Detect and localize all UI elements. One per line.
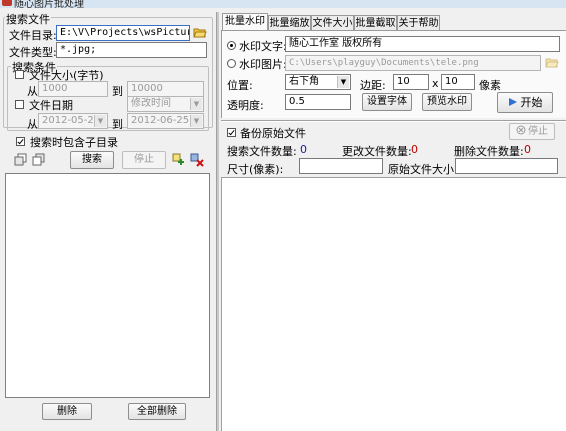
backup-label: 备份原始文件 [240,127,306,140]
date-field-select[interactable]: 修改时间 ▼ [127,96,204,112]
folder-open-icon [193,28,207,38]
delete-all-button[interactable]: 全部删除 [128,403,186,420]
watermark-image-input[interactable]: C:\Users\playguy\Documents\tele.png [285,55,541,71]
type-input[interactable]: *.jpg; [56,42,207,58]
original-size-field [455,158,558,174]
remove-files-button[interactable] [190,153,204,170]
start-label: 开始 [520,96,543,109]
copy-pages-icon [32,153,45,166]
dir-input[interactable]: E:\V\Projects\wsPicture [56,25,190,41]
dir-label: 文件目录: [9,29,57,42]
start-button[interactable]: 开始 [497,92,553,113]
date-from-picker[interactable]: 2012-05-25 ▼ [38,113,108,129]
deleted-count-label: 删除文件数量: [454,145,524,158]
opacity-label: 透明度: [227,99,264,112]
margin-y-input[interactable]: 10 [441,74,475,90]
date-field-value: 修改时间 [131,98,171,109]
size-checkbox[interactable] [15,70,24,79]
title-bar: 随心图片批处理 [0,0,566,8]
uncheck-all-button[interactable] [32,153,45,169]
size-to-input[interactable]: 10000 [127,81,204,97]
opacity-input[interactable]: 0.5 [285,94,351,110]
tab-batch-resize[interactable]: 批量缩放 [268,15,311,31]
tab-batch-watermark[interactable]: 批量水印 [222,13,268,31]
changed-count-label: 更改文件数量: [342,145,412,158]
changed-count-value: 0 [411,143,418,156]
image-size-label: 尺寸(像素): [227,163,284,176]
image-watermark-label: 水印图片: [239,58,287,71]
remove-x-icon [190,153,204,167]
window-title: 随心图片批处理 [14,0,84,8]
size-to-label: 到 [112,85,123,98]
deleted-count-value: 0 [524,143,531,156]
watermark-text-input[interactable]: 随心工作室 版权所有 [285,36,560,52]
search-files-group-label: 搜索文件 [5,11,51,27]
margin-x-input[interactable]: 10 [393,74,429,90]
add-plus-icon [172,153,184,165]
stop-search-button[interactable]: 停止 [122,151,166,169]
date-from-value: 2012-05-25 [42,115,101,126]
image-watermark-radio[interactable] [227,59,236,68]
date-to-label: 到 [112,118,123,131]
size-from-input[interactable]: 1000 [38,81,108,97]
stop-button[interactable]: 停止 [509,123,555,140]
tab-batch-crop[interactable]: 批量截取 [354,15,397,31]
delete-button[interactable]: 删除 [42,403,92,420]
chevron-down-icon: ▼ [94,115,106,127]
margin-label: 边距: [360,79,386,92]
app-icon [2,0,12,6]
position-select[interactable]: 右下角 ▼ [285,74,351,90]
date-from-label: 从 [27,118,38,131]
search-count-value: 0 [300,143,307,156]
search-count-label: 搜索文件数量: [227,145,297,158]
browse-image-button[interactable] [545,56,559,72]
position-label: 位置: [227,79,253,92]
folder-open-icon [545,58,559,68]
stop-label: 停止 [528,126,548,137]
stop-icon [516,125,526,135]
date-to-picker[interactable]: 2012-06-25 ▼ [127,113,204,129]
include-subdirs-checkbox[interactable] [16,137,25,146]
splitter[interactable] [216,12,219,431]
original-size-label: 原始文件大小: [388,163,458,176]
search-button[interactable]: 搜索 [70,151,114,169]
text-watermark-label: 水印文字: [239,40,287,53]
tab-about-help[interactable]: 关于帮助 [397,15,440,31]
type-label: 文件类型: [9,46,57,59]
margin-sep: x [432,77,439,90]
date-checkbox[interactable] [15,100,24,109]
preview-watermark-button[interactable]: 预览水印 [422,93,472,111]
add-files-button[interactable] [172,153,186,170]
date-to-value: 2012-06-25 [131,115,190,126]
margin-unit: 像素 [479,79,501,92]
set-font-button[interactable]: 设置字体 [362,93,412,111]
position-value: 右下角 [289,76,319,87]
play-icon [508,98,517,106]
date-label: 文件日期 [29,99,73,112]
image-preview-area[interactable] [221,177,566,431]
copy-pages-icon [14,153,27,166]
chevron-down-icon: ▼ [190,98,202,110]
chevron-down-icon: ▼ [337,76,349,88]
text-watermark-radio[interactable] [227,41,236,50]
divider [221,120,566,122]
chevron-down-icon: ▼ [190,115,202,127]
backup-checkbox[interactable] [227,128,236,137]
file-list[interactable] [5,173,210,398]
tab-file-size[interactable]: 文件大小 [311,15,354,31]
browse-folder-button[interactable] [193,26,207,42]
image-size-field [299,158,383,174]
check-all-button[interactable] [14,153,27,169]
include-subdirs-label: 搜索时包含子目录 [30,136,118,149]
